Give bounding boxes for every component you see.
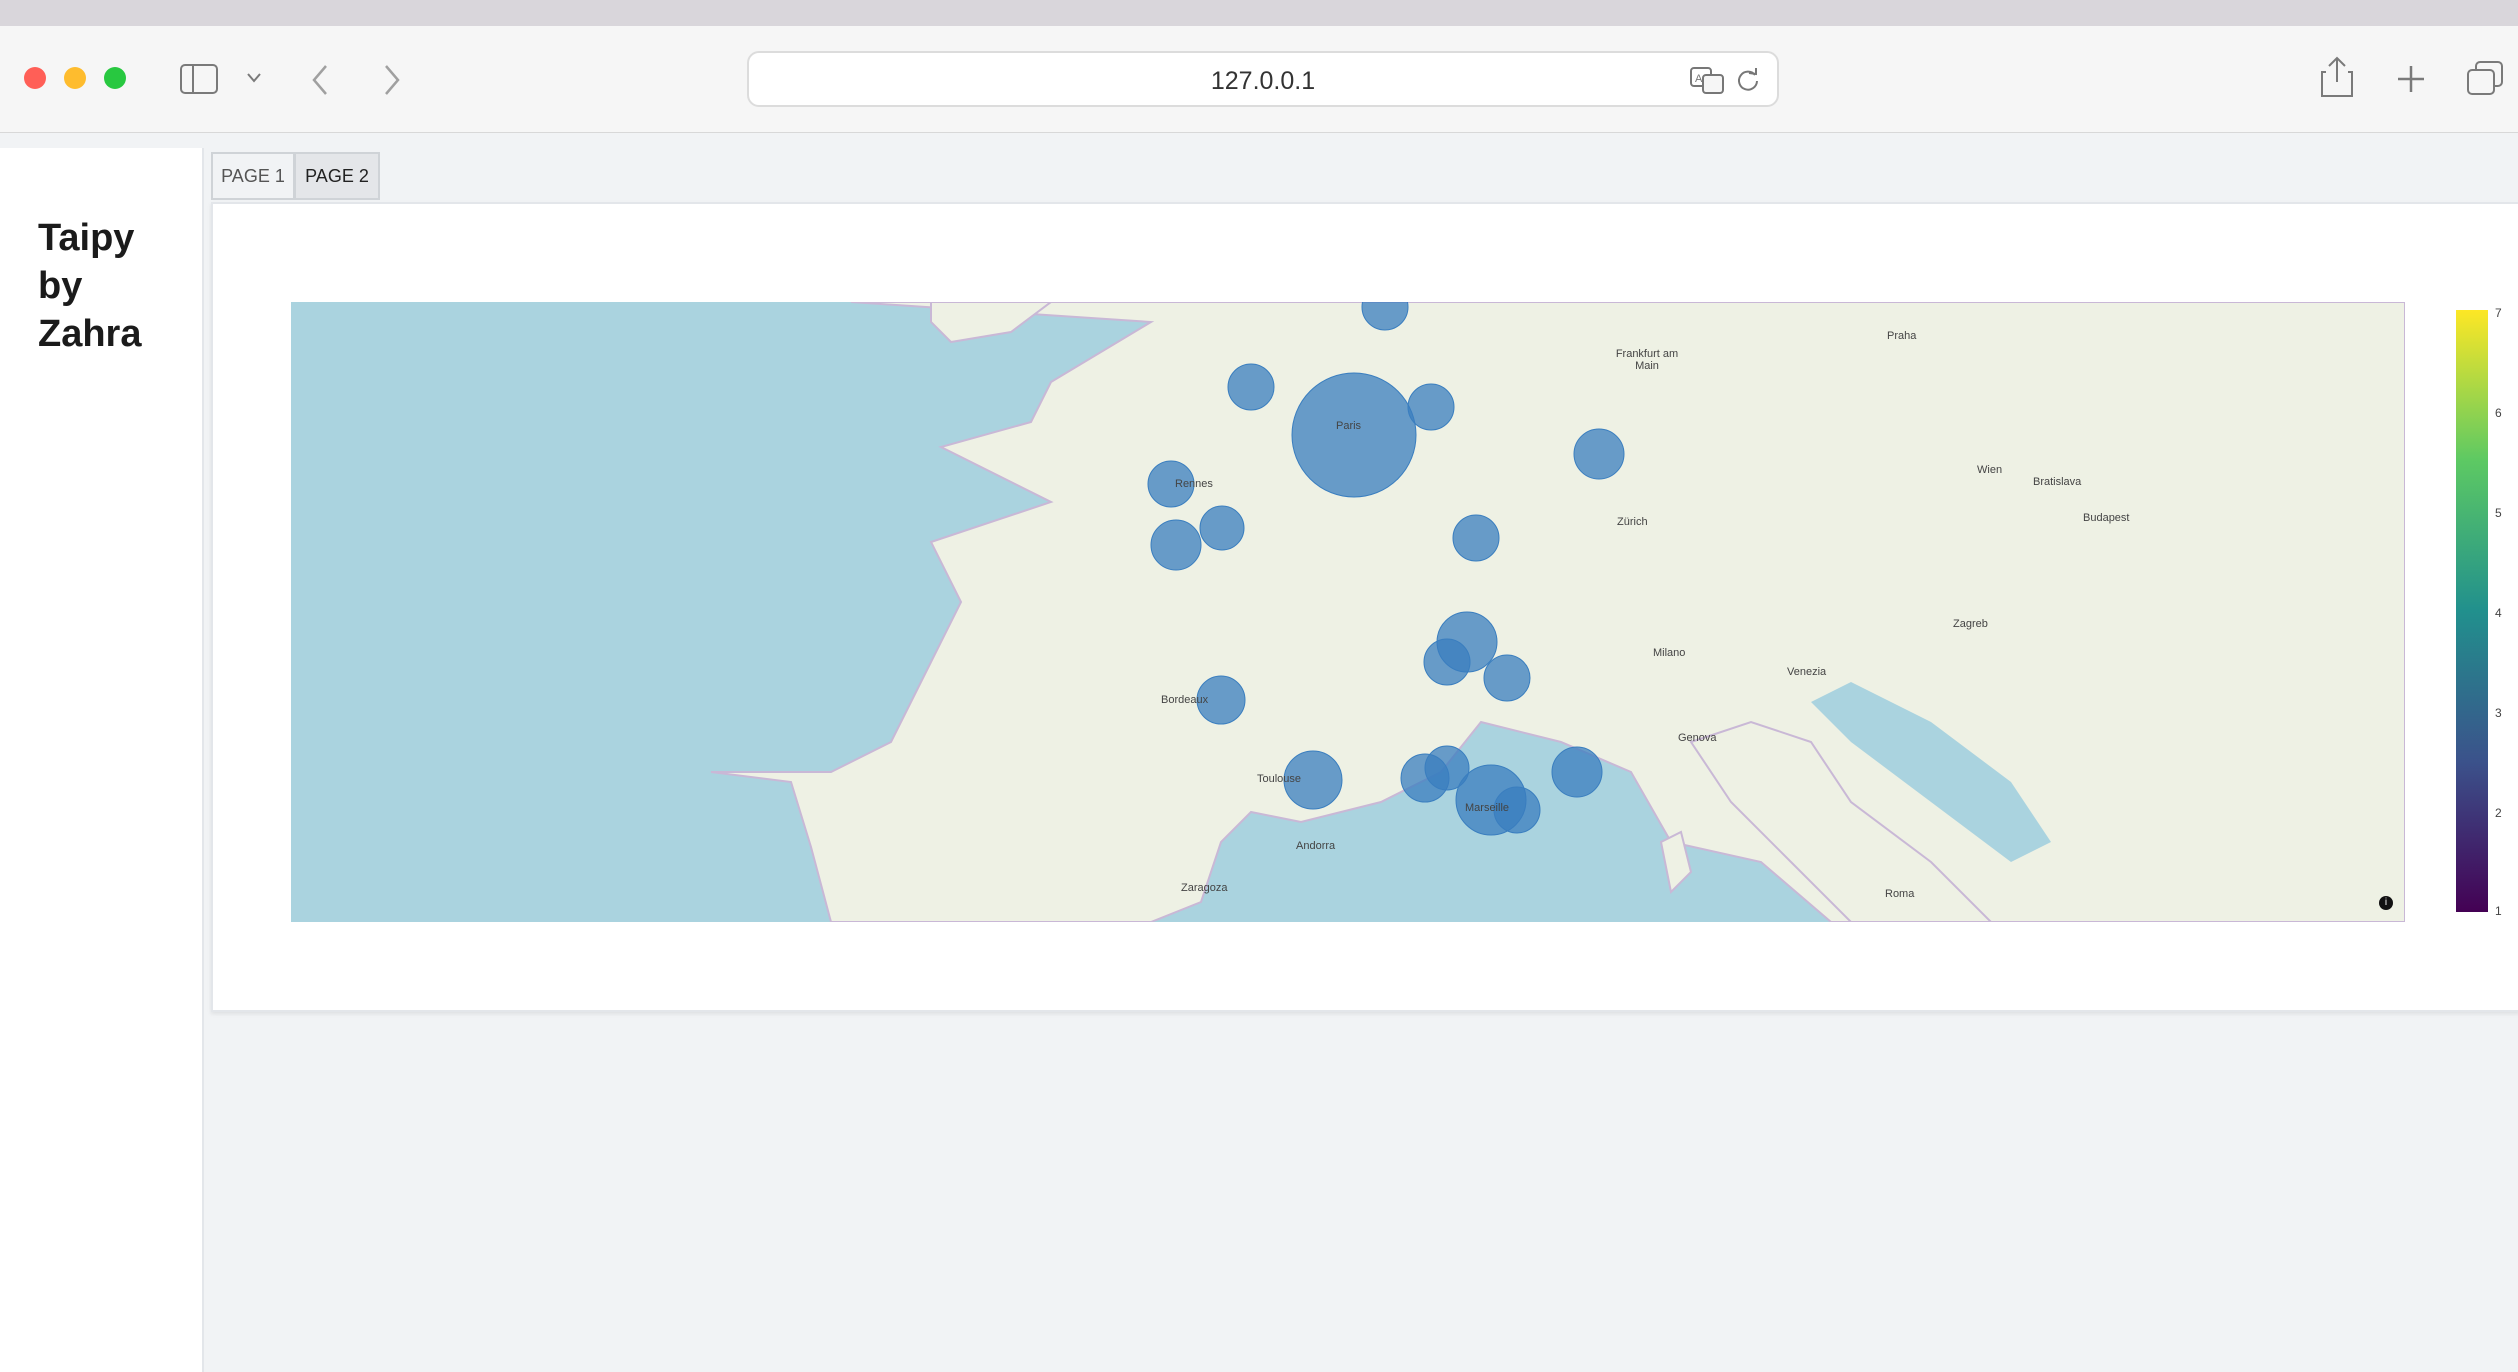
colorbar bbox=[2456, 310, 2488, 912]
city-label: Roma bbox=[1885, 888, 1915, 900]
city-label: Rennes bbox=[1175, 478, 1213, 490]
city-label: Genova bbox=[1678, 732, 1717, 744]
url-text: 127.0.0.1 bbox=[1210, 67, 1316, 95]
map-bubble bbox=[1551, 746, 1603, 798]
chevron-down-icon[interactable] bbox=[246, 72, 262, 84]
close-window-button[interactable] bbox=[24, 67, 46, 89]
colorbar-tick: 7 bbox=[2495, 306, 2502, 320]
city-label: Toulouse bbox=[1257, 773, 1302, 785]
menu-bar bbox=[0, 0, 2518, 26]
sidebar: Taipy by Zahra bbox=[0, 148, 204, 1372]
sidebar-toggle-icon[interactable] bbox=[180, 64, 218, 94]
map-bubble bbox=[1423, 638, 1471, 686]
tab-page-2[interactable]: PAGE 2 bbox=[294, 152, 380, 200]
app-title-line: by bbox=[38, 265, 83, 307]
map-bubble bbox=[1361, 302, 1409, 331]
city-label: Marseille bbox=[1465, 802, 1510, 814]
app-title-line: Taipy bbox=[38, 217, 135, 259]
colorbar-tick: 2 bbox=[2495, 806, 2502, 820]
city-label: Zagreb bbox=[1953, 618, 1988, 630]
bubble-layer bbox=[1147, 302, 1625, 836]
app-title: Taipy by Zahra bbox=[38, 214, 188, 358]
colorbar-tick: 6 bbox=[2495, 406, 2502, 420]
colorbar-tick: 5 bbox=[2495, 506, 2502, 520]
city-label: Zürich bbox=[1617, 516, 1648, 528]
city-label: Budapest bbox=[2083, 512, 2130, 524]
info-icon[interactable]: i bbox=[2379, 896, 2393, 910]
reload-icon[interactable] bbox=[1735, 67, 1761, 93]
map-bubble bbox=[1452, 514, 1500, 562]
map-bubble bbox=[1573, 428, 1625, 480]
app-title-line: Zahra bbox=[38, 313, 142, 355]
map-bubble bbox=[1150, 519, 1202, 571]
colorbar-tick: 4 bbox=[2495, 606, 2502, 620]
city-label: Bordeaux bbox=[1161, 694, 1209, 706]
city-label: Milano bbox=[1653, 647, 1686, 659]
map-bubble bbox=[1199, 505, 1245, 551]
colorbar-tick: 3 bbox=[2495, 706, 2502, 720]
city-label: Wien bbox=[1977, 464, 2003, 476]
tab-overview-icon[interactable] bbox=[2466, 60, 2504, 96]
share-icon[interactable] bbox=[2320, 56, 2354, 98]
city-label: Bratislava bbox=[2033, 476, 2082, 488]
map-bubble bbox=[1227, 363, 1275, 411]
zoom-window-button[interactable] bbox=[104, 67, 126, 89]
city-label: Paris bbox=[1336, 420, 1362, 432]
forward-icon[interactable] bbox=[382, 64, 402, 96]
colorbar-tick: 1 bbox=[2495, 904, 2502, 918]
minimize-window-button[interactable] bbox=[64, 67, 86, 89]
svg-text:A: A bbox=[1695, 73, 1703, 85]
map-bubble bbox=[1483, 654, 1531, 702]
city-label: Venezia bbox=[1787, 666, 1827, 678]
browser-toolbar: 127.0.0.1 A bbox=[0, 26, 2518, 133]
bubble-map[interactable]: Paris Rennes Toulouse Bordeaux Marseille… bbox=[291, 302, 2405, 922]
map-bubble bbox=[1407, 383, 1455, 431]
translate-icon[interactable]: A bbox=[1689, 65, 1725, 95]
tab-page-1[interactable]: PAGE 1 bbox=[211, 152, 295, 200]
city-label: Zaragoza bbox=[1181, 882, 1228, 894]
address-bar[interactable]: 127.0.0.1 A bbox=[747, 51, 1779, 107]
city-label: Frankfurt am Main bbox=[1615, 348, 1679, 372]
city-label: Andorra bbox=[1296, 840, 1336, 852]
city-label: Praha bbox=[1887, 330, 1917, 342]
back-icon[interactable] bbox=[310, 64, 330, 96]
map-bubble bbox=[1291, 372, 1417, 498]
new-tab-icon[interactable] bbox=[2396, 64, 2426, 94]
